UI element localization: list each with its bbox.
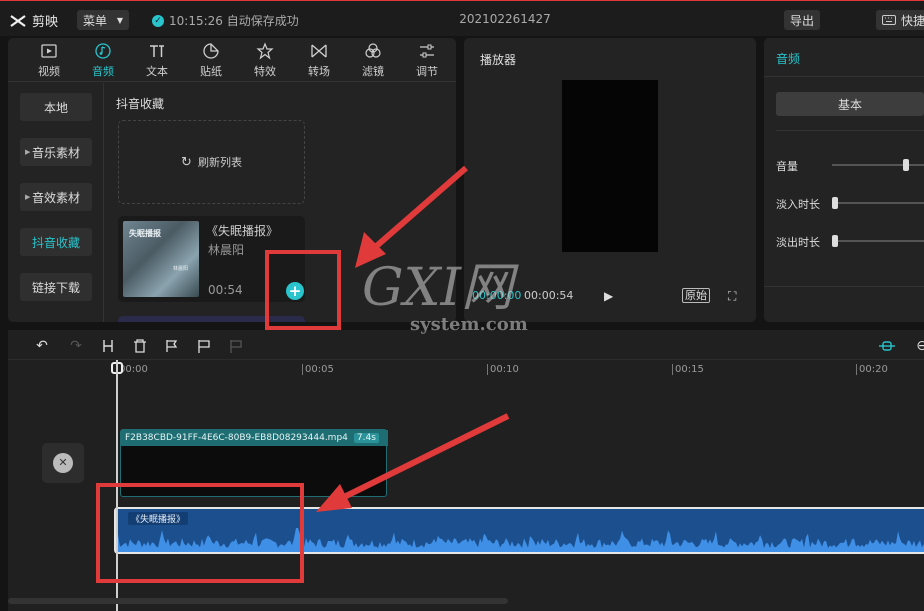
- watermark-domain: system.com: [410, 314, 528, 335]
- arrow-line: [336, 413, 510, 503]
- arrow-line: [370, 165, 468, 253]
- arrow-head-icon: [316, 484, 352, 512]
- watermark-logo: GXI网: [362, 258, 514, 318]
